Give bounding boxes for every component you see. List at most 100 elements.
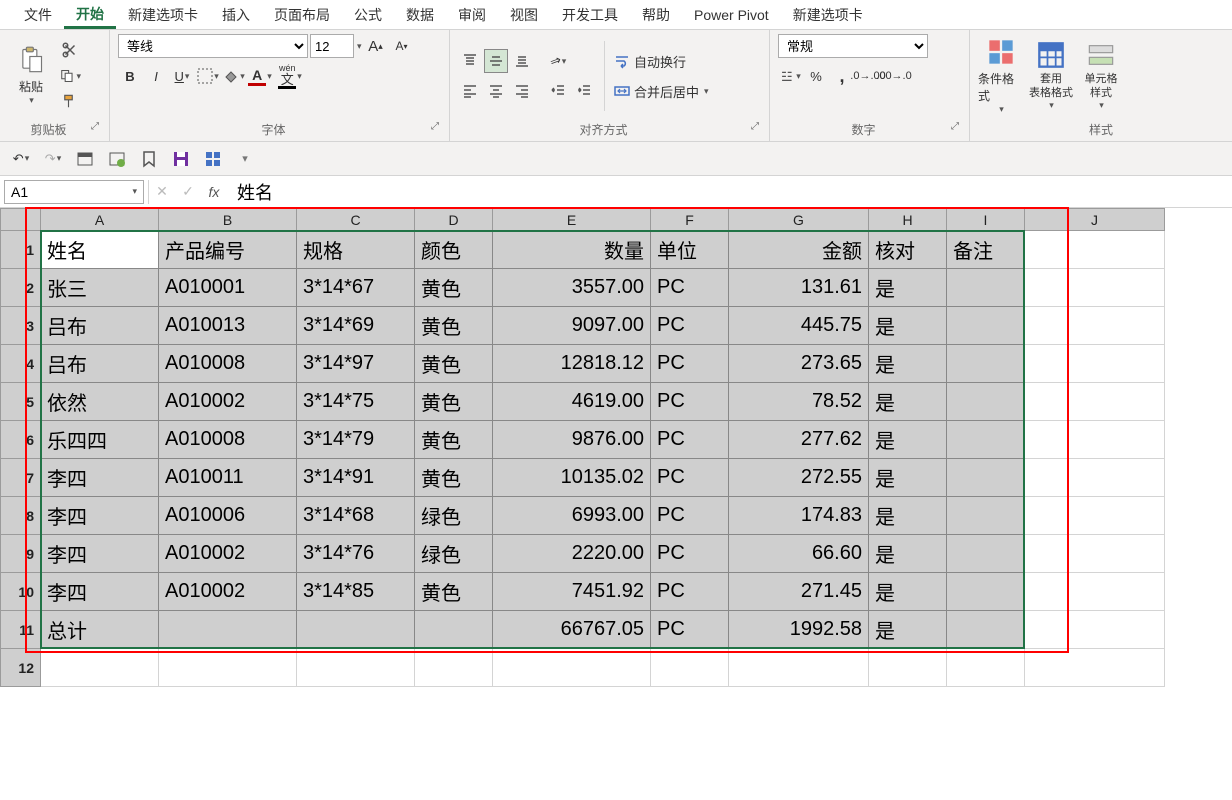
- cell-A12[interactable]: [41, 649, 159, 687]
- align-left-button[interactable]: [458, 79, 482, 103]
- cell-D5[interactable]: 黄色: [415, 383, 493, 421]
- menu-item-3[interactable]: 插入: [210, 1, 262, 29]
- col-header-E[interactable]: E: [493, 209, 651, 231]
- cell-F11[interactable]: PC: [651, 611, 729, 649]
- cell-H3[interactable]: 是: [869, 307, 947, 345]
- cell-C7[interactable]: 3*14*91: [297, 459, 415, 497]
- cell-F5[interactable]: PC: [651, 383, 729, 421]
- cell-I5[interactable]: [947, 383, 1025, 421]
- cell-C12[interactable]: [297, 649, 415, 687]
- paste-button[interactable]: 粘贴 ▾: [8, 35, 54, 117]
- cell-H11[interactable]: 是: [869, 611, 947, 649]
- cell-D11[interactable]: [415, 611, 493, 649]
- qat-customize-button[interactable]: ▾: [232, 146, 258, 172]
- align-right-button[interactable]: [510, 79, 534, 103]
- cell-F8[interactable]: PC: [651, 497, 729, 535]
- cell-I6[interactable]: [947, 421, 1025, 459]
- cell-B11[interactable]: [159, 611, 297, 649]
- row-header-4[interactable]: 4: [1, 345, 41, 383]
- cell-G1[interactable]: 金额: [729, 231, 869, 269]
- cell-G11[interactable]: 1992.58: [729, 611, 869, 649]
- orientation-button[interactable]: ⇗▾: [546, 49, 570, 73]
- cell-F1[interactable]: 单位: [651, 231, 729, 269]
- underline-button[interactable]: U▾: [170, 64, 194, 88]
- cell-G4[interactable]: 273.65: [729, 345, 869, 383]
- cell-E5[interactable]: 4619.00: [493, 383, 651, 421]
- cut-button[interactable]: [58, 38, 82, 62]
- cell-I10[interactable]: [947, 573, 1025, 611]
- font-name-select[interactable]: 等线: [118, 34, 308, 58]
- align-center-button[interactable]: [484, 79, 508, 103]
- cell-D7[interactable]: 黄色: [415, 459, 493, 497]
- cell-G10[interactable]: 271.45: [729, 573, 869, 611]
- cell-C2[interactable]: 3*14*67: [297, 269, 415, 307]
- align-bottom-button[interactable]: [510, 49, 534, 73]
- cell-G3[interactable]: 445.75: [729, 307, 869, 345]
- italic-button[interactable]: I: [144, 64, 168, 88]
- cell-A7[interactable]: 李四: [41, 459, 159, 497]
- cell-B7[interactable]: A010011: [159, 459, 297, 497]
- cell-A4[interactable]: 吕布: [41, 345, 159, 383]
- cell-J7[interactable]: [1025, 459, 1165, 497]
- cell-D2[interactable]: 黄色: [415, 269, 493, 307]
- row-header-10[interactable]: 10: [1, 573, 41, 611]
- cell-B8[interactable]: A010006: [159, 497, 297, 535]
- cell-D1[interactable]: 颜色: [415, 231, 493, 269]
- wrap-text-button[interactable]: 自动换行: [613, 49, 723, 73]
- enter-formula-button[interactable]: ✓: [175, 180, 201, 204]
- row-header-1[interactable]: 1: [1, 231, 41, 269]
- qat-save-button[interactable]: [168, 146, 194, 172]
- phonetic-guide-button[interactable]: wén文▾: [274, 64, 306, 88]
- cell-G9[interactable]: 66.60: [729, 535, 869, 573]
- menu-item-1[interactable]: 开始: [64, 0, 116, 29]
- cell-B12[interactable]: [159, 649, 297, 687]
- cell-B6[interactable]: A010008: [159, 421, 297, 459]
- name-box[interactable]: A1▾: [4, 180, 144, 204]
- qat-btn-3[interactable]: [136, 146, 162, 172]
- row-header-11[interactable]: 11: [1, 611, 41, 649]
- cell-A9[interactable]: 李四: [41, 535, 159, 573]
- cell-D8[interactable]: 绿色: [415, 497, 493, 535]
- cell-D9[interactable]: 绿色: [415, 535, 493, 573]
- cell-F3[interactable]: PC: [651, 307, 729, 345]
- cell-E6[interactable]: 9876.00: [493, 421, 651, 459]
- cell-J2[interactable]: [1025, 269, 1165, 307]
- cell-A6[interactable]: 乐四四: [41, 421, 159, 459]
- align-middle-button[interactable]: [484, 49, 508, 73]
- cell-B10[interactable]: A010002: [159, 573, 297, 611]
- cell-J8[interactable]: [1025, 497, 1165, 535]
- cell-I8[interactable]: [947, 497, 1025, 535]
- cell-F7[interactable]: PC: [651, 459, 729, 497]
- col-header-A[interactable]: A: [41, 209, 159, 231]
- cell-J11[interactable]: [1025, 611, 1165, 649]
- qat-apps-button[interactable]: [200, 146, 226, 172]
- row-header-9[interactable]: 9: [1, 535, 41, 573]
- cell-C6[interactable]: 3*14*79: [297, 421, 415, 459]
- cell-G8[interactable]: 174.83: [729, 497, 869, 535]
- menu-item-4[interactable]: 页面布局: [262, 1, 342, 29]
- menu-item-9[interactable]: 开发工具: [550, 1, 630, 29]
- decrease-decimal-button[interactable]: .00→.0: [882, 64, 906, 88]
- font-dialog-launcher[interactable]: ⤢: [429, 121, 441, 132]
- font-size-input[interactable]: [310, 34, 354, 58]
- select-all-corner[interactable]: [1, 209, 41, 231]
- cell-C1[interactable]: 规格: [297, 231, 415, 269]
- cell-B5[interactable]: A010002: [159, 383, 297, 421]
- cell-J4[interactable]: [1025, 345, 1165, 383]
- cell-H8[interactable]: 是: [869, 497, 947, 535]
- clipboard-dialog-launcher[interactable]: ⤢: [89, 121, 101, 132]
- cell-E1[interactable]: 数量: [493, 231, 651, 269]
- cell-I9[interactable]: [947, 535, 1025, 573]
- format-as-table-button[interactable]: 套用 表格格式▾: [1028, 35, 1074, 117]
- cell-I4[interactable]: [947, 345, 1025, 383]
- cell-H5[interactable]: 是: [869, 383, 947, 421]
- cell-E4[interactable]: 12818.12: [493, 345, 651, 383]
- percent-button[interactable]: %: [804, 64, 828, 88]
- insert-function-button[interactable]: fx: [201, 180, 227, 204]
- cell-C3[interactable]: 3*14*69: [297, 307, 415, 345]
- cell-H4[interactable]: 是: [869, 345, 947, 383]
- cell-A3[interactable]: 吕布: [41, 307, 159, 345]
- cell-E7[interactable]: 10135.02: [493, 459, 651, 497]
- row-header-7[interactable]: 7: [1, 459, 41, 497]
- cell-J3[interactable]: [1025, 307, 1165, 345]
